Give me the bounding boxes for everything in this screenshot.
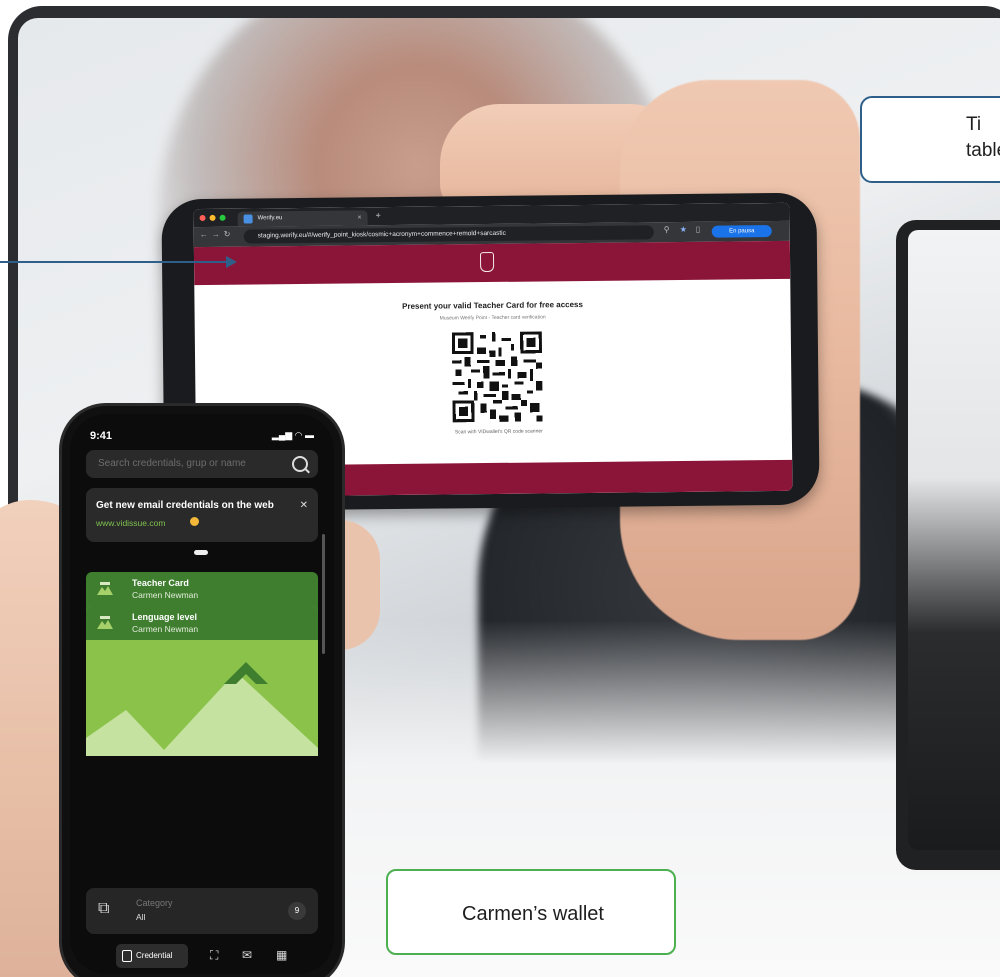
bookmark-star-icon[interactable]: ★ <box>680 225 687 234</box>
reload-icon[interactable]: ↻ <box>224 230 231 239</box>
nav-credential-label: Credential <box>136 951 173 960</box>
search-input[interactable]: Search credentials, grup or name <box>86 450 318 478</box>
wallet-callout: Carmen’s wallet <box>386 869 676 955</box>
kiosk-title: Present your valid Teacher Card for free… <box>402 300 583 311</box>
close-tab-icon[interactable]: × <box>357 210 361 225</box>
second-tablet-screen <box>908 230 1000 850</box>
mountain-pattern-icon <box>86 662 318 756</box>
banner-link[interactable]: www.vidissue.com <box>96 518 165 528</box>
credential-card-language[interactable]: Lenguage level Carmen Newman <box>86 606 318 756</box>
search-icon[interactable] <box>292 456 308 472</box>
scan-icon[interactable]: ⛶ <box>210 948 218 963</box>
wallet-screen: 9:41 ▂▄▆ ◠ ▬ Search credentials, grup or… <box>70 414 334 974</box>
nav-credential-tab[interactable]: Credential <box>116 944 188 968</box>
forward-icon[interactable]: → <box>212 230 220 239</box>
card-holder: Carmen Newman <box>132 590 199 600</box>
category-filter[interactable]: ⧉ Category All 9 <box>86 888 318 934</box>
qr-code-icon <box>451 331 543 423</box>
photo-scene: Werify.eu × + ← → ↻ staging.werify.eu/#/… <box>0 0 1000 977</box>
region-logo-icon <box>97 616 113 629</box>
bottom-nav: Credential ⛶ ✉ ▦ <box>86 944 318 970</box>
status-icons: ▂▄▆ ◠ ▬ <box>271 430 314 440</box>
category-label: Category <box>136 898 173 908</box>
browser-tab[interactable]: Werify.eu × <box>237 210 368 227</box>
promo-banner[interactable]: Get new email credentials on the web www… <box>86 488 318 542</box>
tablet-callout: Ti table <box>860 96 1000 183</box>
new-tab-icon[interactable]: + <box>376 210 381 220</box>
address-bar[interactable]: staging.werify.eu/#/werify_point_kiosk/c… <box>243 225 654 244</box>
region-crest-icon <box>479 251 495 273</box>
card-header <box>86 606 318 640</box>
minimize-window-dot[interactable] <box>209 214 216 221</box>
zoom-icon[interactable]: ⚲ <box>664 225 670 234</box>
wallet-callout-text: Carmen’s wallet <box>462 903 604 925</box>
scrollbar[interactable] <box>322 534 325 654</box>
browser-tab-title: Werify.eu <box>257 215 283 222</box>
card-title: Teacher Card <box>132 578 189 588</box>
callout-arrow-line <box>0 261 228 263</box>
close-icon[interactable]: ✕ <box>300 500 308 511</box>
werify-favicon-icon <box>243 214 253 224</box>
category-icon: ⧉ <box>98 900 110 917</box>
status-time: 9:41 <box>90 430 113 442</box>
kiosk-subtitle: Museum Werify Point - Teacher card verif… <box>439 314 546 322</box>
site-header <box>193 240 791 286</box>
search-placeholder: Search credentials, grup or name <box>98 458 246 469</box>
banner-title: Get new email credentials on the web <box>96 500 274 511</box>
category-value: All <box>136 912 146 922</box>
close-window-dot[interactable] <box>199 214 206 222</box>
grid-menu-icon[interactable]: ▦ <box>276 948 287 962</box>
maximize-window-dot[interactable] <box>219 214 226 221</box>
back-icon[interactable]: ← <box>200 230 208 239</box>
carousel-indicator <box>194 550 208 555</box>
scan-hint: Scan with VIDwallet's QR code scanner <box>454 428 543 436</box>
wallet-phone: 9:41 ▂▄▆ ◠ ▬ Search credentials, grup or… <box>62 406 342 977</box>
region-logo-icon <box>97 582 113 595</box>
mail-icon[interactable]: ✉ <box>242 948 252 962</box>
card-title: Lenguage level <box>132 612 198 622</box>
card-holder: Carmen Newman <box>132 624 199 634</box>
callout-arrow-head-icon <box>226 256 237 268</box>
category-count-badge: 9 <box>288 902 306 920</box>
credential-icon <box>122 950 132 962</box>
extensions-icon[interactable]: ▯ <box>696 225 701 234</box>
profile-paused-badge[interactable]: En pausa <box>711 225 772 238</box>
tablet-callout-text: Ti table <box>966 114 1000 161</box>
emoji-icon <box>190 517 199 526</box>
